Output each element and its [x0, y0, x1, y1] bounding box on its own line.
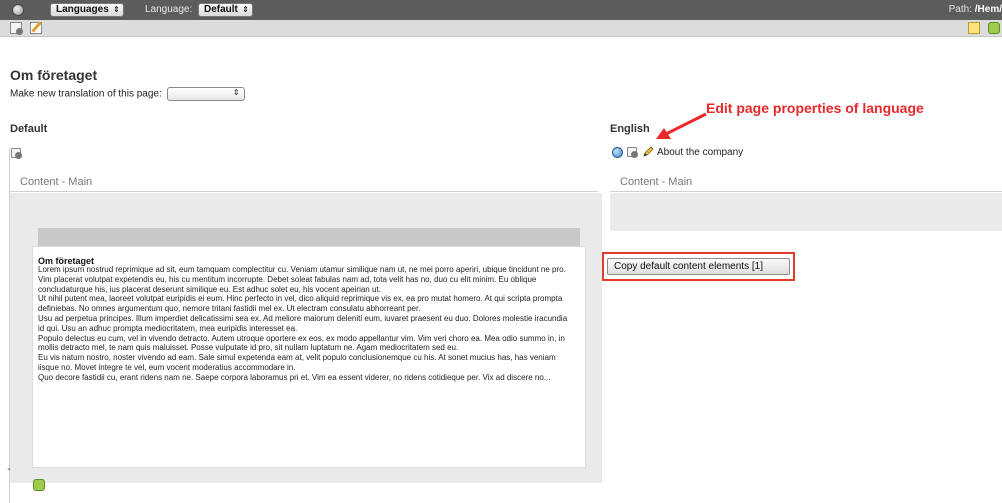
new-translation-label: Make new translation of this page:	[10, 88, 162, 100]
english-page-title[interactable]: About the company	[657, 147, 743, 158]
english-content-area	[610, 193, 1002, 231]
annotation-arrow-icon	[656, 112, 707, 139]
default-content-header: Content - Main	[10, 172, 598, 192]
english-column-heading: English	[610, 123, 650, 135]
page-title: Om företaget	[10, 67, 98, 83]
doc-toolbar	[0, 20, 1002, 37]
mode-select[interactable]: Languages ⇕	[50, 3, 124, 17]
copy-button-highlight: Copy default content elements [1]	[602, 252, 795, 281]
page-view-icon[interactable]	[627, 147, 638, 158]
element-header-bar[interactable]	[38, 228, 580, 246]
page-view-icon[interactable]	[11, 148, 22, 159]
new-translation-row: Make new translation of this page: ⇕	[10, 87, 245, 101]
default-column-heading: Default	[10, 123, 48, 135]
edit-page-icon[interactable]	[30, 22, 42, 34]
language-select-value: Default	[204, 4, 238, 15]
add-icon[interactable]	[988, 22, 1000, 34]
language-select[interactable]: Default ⇕	[198, 3, 253, 17]
note-icon[interactable]	[968, 22, 980, 34]
path-display: Path: /Hem/	[949, 4, 1002, 15]
copy-default-elements-button[interactable]: Copy default content elements [1]	[607, 258, 790, 275]
page-view-icon[interactable]	[10, 22, 23, 35]
mode-select-value: Languages	[56, 4, 109, 15]
path-value[interactable]: /Hem/	[975, 4, 1002, 15]
path-label: Path:	[948, 4, 972, 15]
globe-icon[interactable]	[12, 4, 24, 16]
new-translation-select[interactable]: ⇕	[166, 87, 245, 101]
top-bar: Languages ⇕ Language: Default ⇕ Path: /Hem…	[0, 0, 1002, 20]
pencil-icon[interactable]	[642, 146, 654, 158]
add-element-icon[interactable]	[33, 479, 45, 491]
english-content-header: Content - Main	[610, 172, 1002, 192]
language-label: Language:	[145, 4, 193, 15]
left-edge-strip: ◀	[0, 148, 12, 503]
select-arrows-icon: ⇕	[242, 5, 249, 14]
element-body-text: Lorem ipsum nostrud reprimique ad sit, e…	[38, 265, 568, 382]
select-arrows-icon: ⇕	[113, 5, 120, 14]
globe-icon[interactable]	[612, 147, 623, 158]
annotation-label: Edit page properties of language	[706, 100, 924, 116]
select-arrows-icon: ⇕	[232, 88, 240, 97]
